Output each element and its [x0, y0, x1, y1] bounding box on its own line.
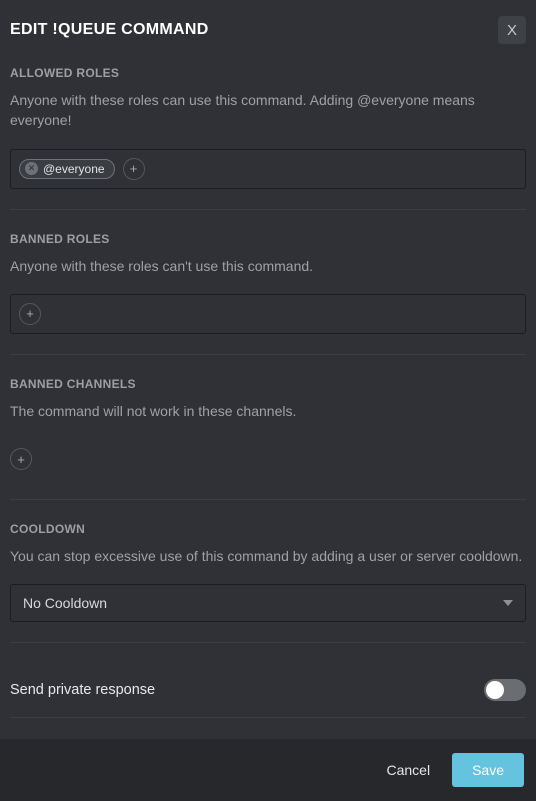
banned-channels-section: BANNED CHANNELS The command will not wor… [10, 377, 526, 500]
close-icon: X [507, 22, 517, 39]
banned-roles-section: BANNED ROLES Anyone with these roles can… [10, 232, 526, 355]
modal-content: EDIT !QUEUE COMMAND X ALLOWED ROLES Anyo… [0, 0, 536, 739]
role-chip-label: @everyone [43, 162, 105, 176]
edit-command-modal: EDIT !QUEUE COMMAND X ALLOWED ROLES Anyo… [0, 0, 536, 801]
add-banned-channel-button[interactable]: + [10, 448, 32, 470]
private-response-section: Send private response [10, 665, 526, 718]
banned-channels-label: BANNED CHANNELS [10, 377, 526, 391]
cooldown-section: COOLDOWN You can stop excessive use of t… [10, 522, 526, 643]
allowed-roles-input[interactable]: ✕ @everyone + [10, 149, 526, 189]
private-response-toggle[interactable] [484, 679, 526, 701]
add-banned-role-button[interactable]: + [19, 303, 41, 325]
private-response-label: Send private response [10, 682, 155, 698]
remove-role-icon[interactable]: ✕ [25, 162, 38, 175]
cooldown-select[interactable]: No Cooldown [10, 584, 526, 622]
allowed-roles-section: ALLOWED ROLES Anyone with these roles ca… [10, 66, 526, 210]
modal-title: EDIT !QUEUE COMMAND [10, 21, 209, 39]
chevron-down-icon [503, 600, 513, 606]
plus-icon: + [26, 307, 34, 320]
cooldown-label: COOLDOWN [10, 522, 526, 536]
cooldown-desc: You can stop excessive use of this comma… [10, 546, 526, 566]
plus-icon: + [130, 162, 138, 175]
banned-channels-input[interactable]: + [10, 439, 526, 479]
toggle-knob [486, 681, 504, 699]
banned-roles-desc: Anyone with these roles can't use this c… [10, 256, 526, 276]
banned-roles-label: BANNED ROLES [10, 232, 526, 246]
allowed-roles-desc: Anyone with these roles can use this com… [10, 90, 526, 131]
plus-icon: + [17, 453, 25, 466]
modal-footer: Cancel Save [0, 739, 536, 801]
cooldown-selected-value: No Cooldown [23, 595, 107, 611]
add-allowed-role-button[interactable]: + [123, 158, 145, 180]
banned-channels-desc: The command will not work in these chann… [10, 401, 526, 421]
save-button[interactable]: Save [452, 753, 524, 787]
close-button[interactable]: X [498, 16, 526, 44]
modal-header: EDIT !QUEUE COMMAND X [10, 10, 526, 44]
role-chip-everyone[interactable]: ✕ @everyone [19, 159, 115, 179]
banned-roles-input[interactable]: + [10, 294, 526, 334]
cancel-button[interactable]: Cancel [372, 753, 444, 787]
allowed-roles-label: ALLOWED ROLES [10, 66, 526, 80]
